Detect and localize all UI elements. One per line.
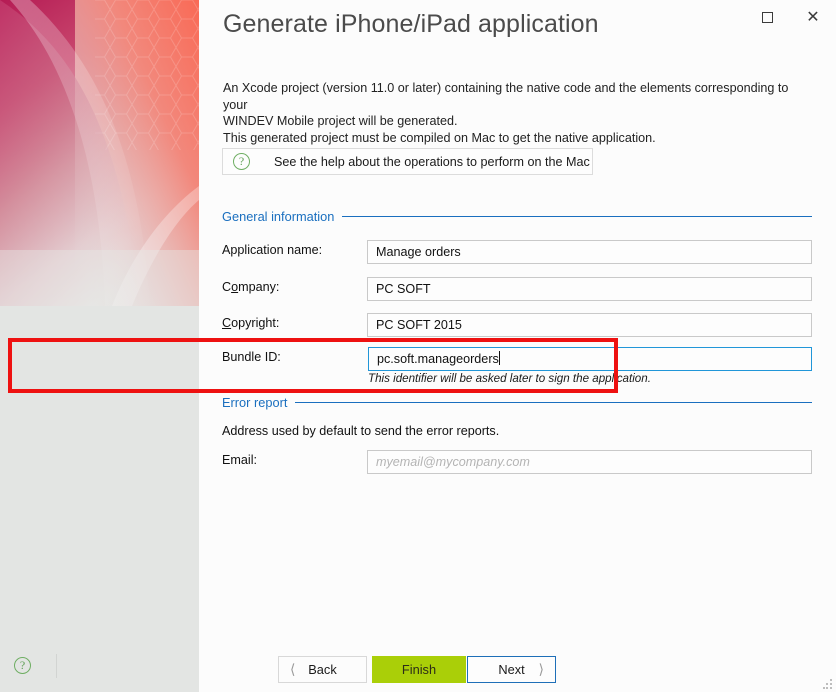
- bundle-id-input[interactable]: pc.soft.manageorders: [368, 347, 812, 371]
- sidebar-panel: ?: [0, 0, 199, 692]
- application-name-label: Application name:: [222, 243, 323, 257]
- text-caret: [499, 351, 501, 365]
- section-general-information: General information: [222, 208, 812, 224]
- description-line-2: WINDEV Mobile project will be generated.: [223, 114, 458, 128]
- section-title: General information: [222, 208, 335, 224]
- bundle-id-label: Bundle ID:: [222, 350, 281, 364]
- error-report-description: Address used by default to send the erro…: [222, 424, 500, 438]
- chevron-right-icon: ⟩: [538, 661, 544, 678]
- company-value: PC SOFT: [376, 282, 431, 296]
- help-icon[interactable]: ?: [14, 657, 31, 675]
- application-name-input[interactable]: Manage orders: [367, 240, 812, 264]
- next-button[interactable]: Next ⟩: [467, 656, 556, 683]
- section-rule: [295, 401, 812, 403]
- resize-grip[interactable]: [823, 679, 833, 689]
- email-label: Email:: [222, 453, 257, 467]
- next-button-label: Next: [498, 662, 525, 677]
- divider: [56, 654, 57, 678]
- copyright-input[interactable]: PC SOFT 2015: [367, 313, 812, 337]
- bundle-id-value: pc.soft.manageorders: [377, 352, 499, 366]
- field-row-copyright: Copyright: PC SOFT 2015: [222, 313, 812, 337]
- back-button[interactable]: ⟨ Back: [278, 656, 367, 683]
- wizard-button-bar: ⟨ Back Finish Next ⟩: [199, 656, 836, 684]
- page-title: Generate iPhone/iPad application: [223, 10, 599, 38]
- copyright-value: PC SOFT 2015: [376, 318, 462, 332]
- section-error-report: Error report: [222, 394, 812, 410]
- description-line-3: This generated project must be compiled …: [223, 130, 656, 145]
- main-content: Generate iPhone/iPad application An Xcod…: [199, 0, 836, 692]
- section-title: Error report: [222, 394, 288, 410]
- help-footer: ?: [0, 640, 199, 692]
- help-link-button[interactable]: ? See the help about the operations to p…: [222, 148, 593, 175]
- help-link-label: See the help about the operations to per…: [274, 154, 590, 169]
- description-text: An Xcode project (version 11.0 or later)…: [223, 80, 813, 146]
- finish-button[interactable]: Finish: [372, 656, 466, 683]
- field-row-application-name: Application name: Manage orders: [222, 240, 812, 264]
- copyright-label: Copyright:: [222, 316, 280, 330]
- question-circle-icon: ?: [233, 153, 250, 170]
- bundle-id-hint: This identifier will be asked later to s…: [368, 372, 651, 385]
- section-rule: [342, 215, 812, 217]
- company-label: Company:: [222, 280, 280, 294]
- field-row-bundle-id: Bundle ID: pc.soft.manageorders: [222, 347, 812, 371]
- description-line-1: An Xcode project (version 11.0 or later)…: [223, 81, 789, 112]
- email-placeholder: myemail@mycompany.com: [376, 455, 530, 469]
- back-button-label: Back: [308, 662, 337, 677]
- company-input[interactable]: PC SOFT: [367, 277, 812, 301]
- field-row-email: Email: myemail@mycompany.com: [222, 450, 812, 474]
- field-row-company: Company: PC SOFT: [222, 277, 812, 301]
- dialog-window: ? ✕ Generate iPhone/iPad application An …: [0, 0, 836, 692]
- decorative-banner-image: [0, 0, 199, 306]
- chevron-left-icon: ⟨: [290, 661, 296, 678]
- application-name-value: Manage orders: [376, 245, 461, 259]
- email-input[interactable]: myemail@mycompany.com: [367, 450, 812, 474]
- finish-button-label: Finish: [401, 662, 437, 677]
